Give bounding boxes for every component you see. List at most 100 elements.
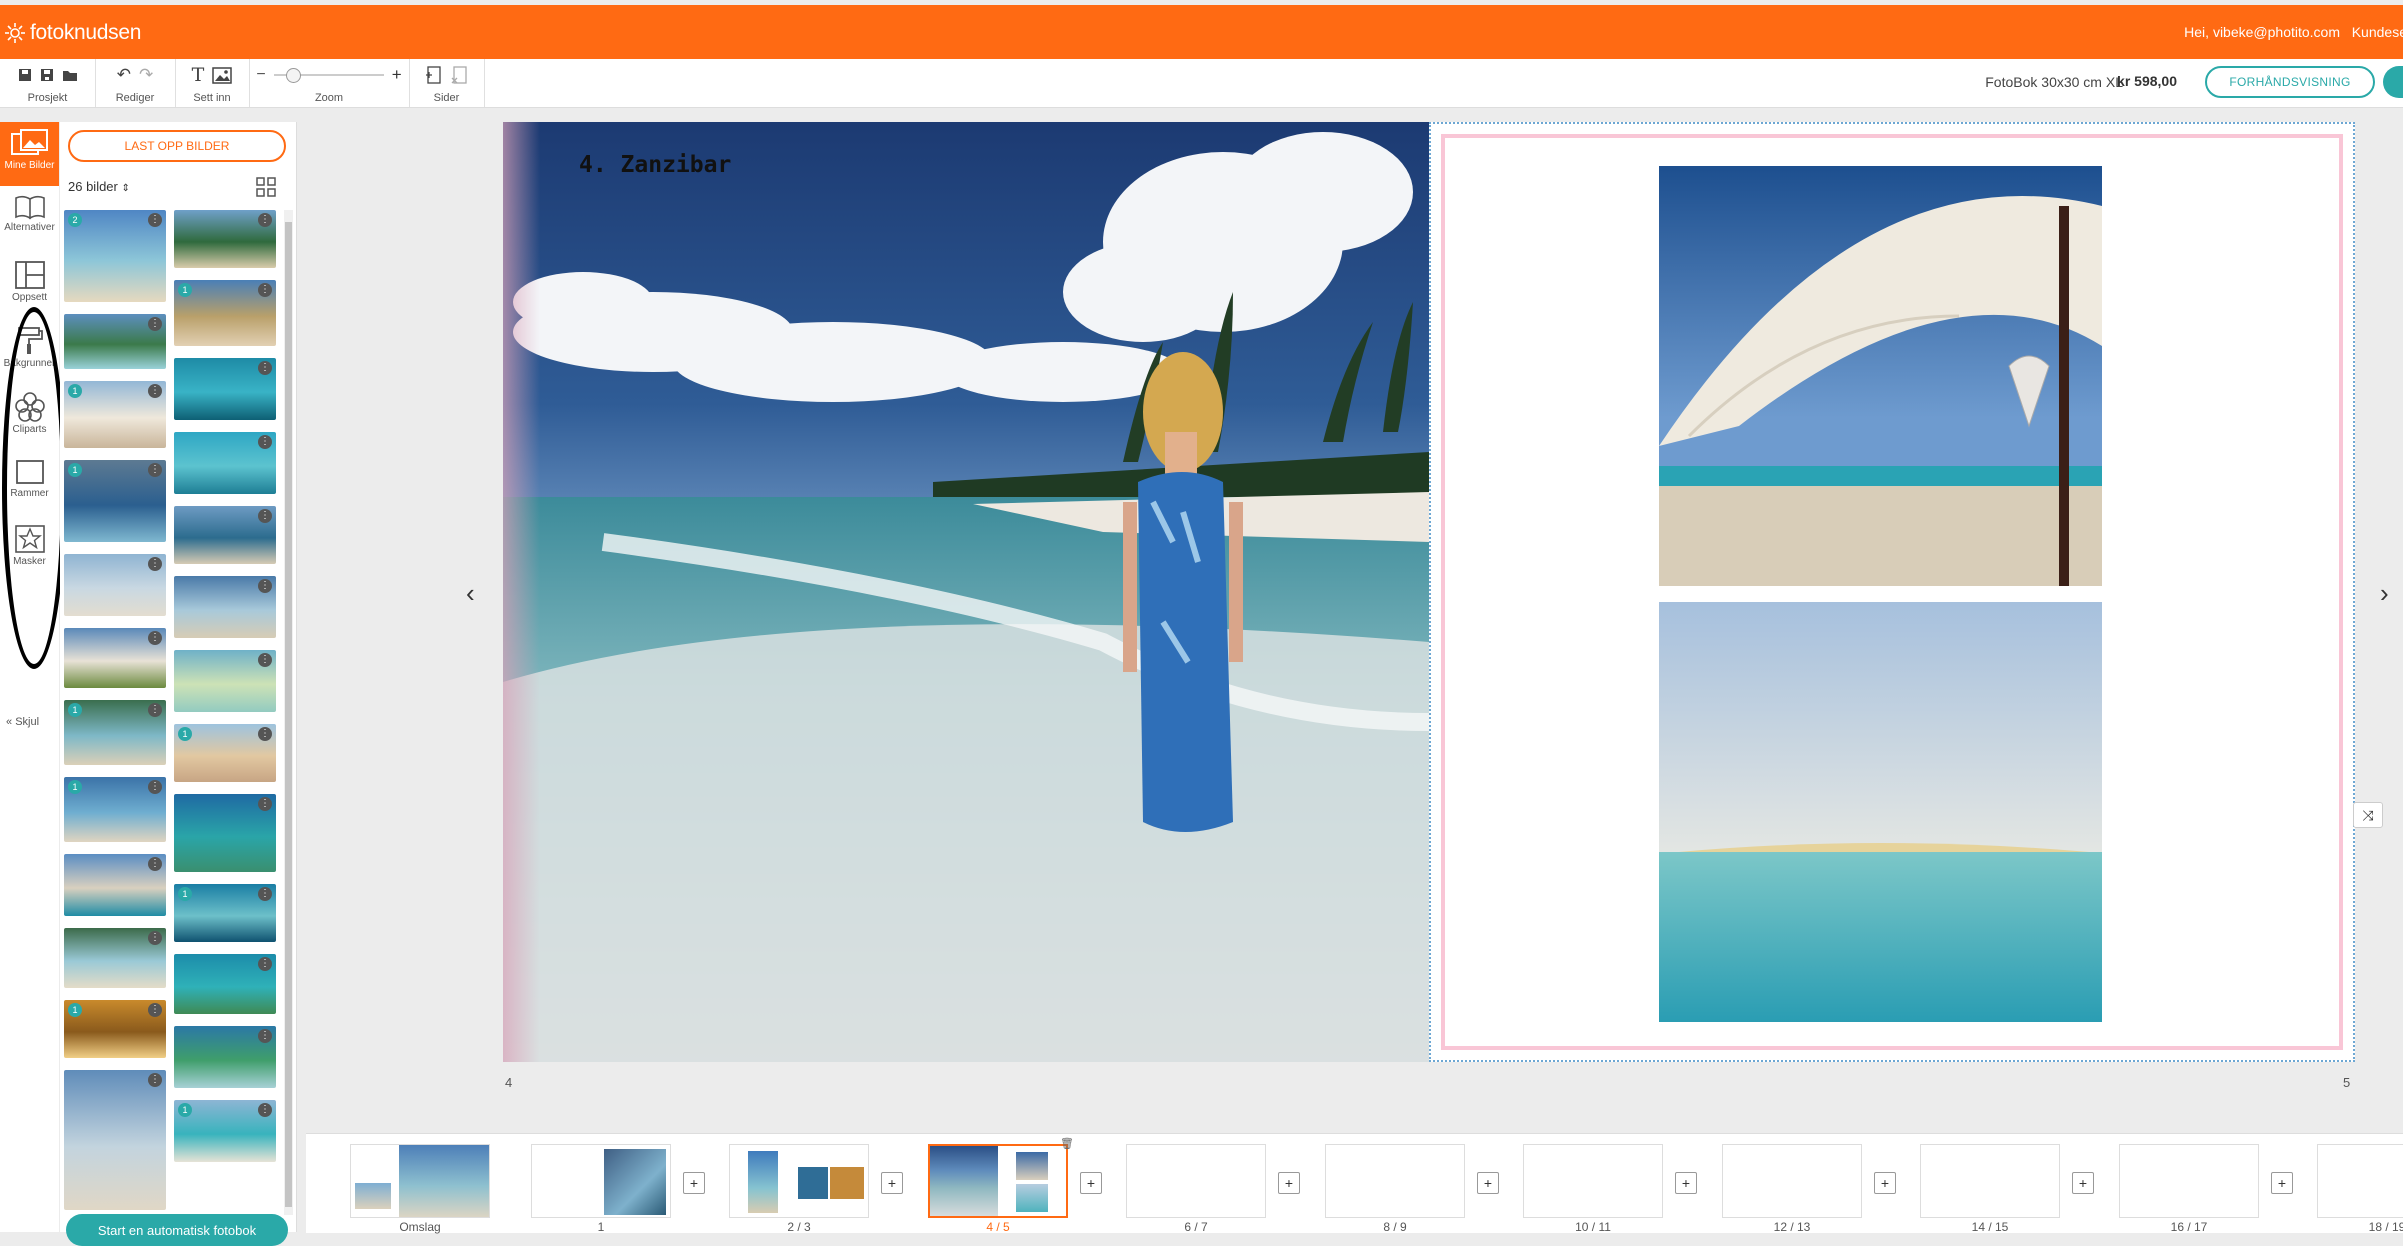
photo-thumbnail[interactable]: ⋮ bbox=[174, 954, 276, 1014]
filmstrip-page-thumbnail[interactable] bbox=[1325, 1144, 1465, 1218]
photo-thumbnail[interactable]: ⋮ bbox=[64, 554, 166, 616]
photo-thumbnail[interactable]: 1 ⋮ bbox=[64, 381, 166, 448]
more-options-icon[interactable]: ⋮ bbox=[258, 213, 272, 227]
filmstrip-page-thumbnail[interactable] bbox=[1920, 1144, 2060, 1218]
more-options-icon[interactable]: ⋮ bbox=[148, 1073, 162, 1087]
redo-icon[interactable]: ↷ bbox=[139, 65, 153, 85]
photo-thumbnail[interactable]: ⋮ bbox=[64, 628, 166, 688]
photo-thumbnail[interactable]: 1 ⋮ bbox=[174, 280, 276, 346]
auto-photobook-button[interactable]: Start en automatisk fotobok bbox=[66, 1214, 288, 1246]
photos-scrollbar-thumb[interactable] bbox=[285, 222, 292, 1207]
sidebar-item-my-photos[interactable]: Mine Bilder bbox=[0, 122, 59, 186]
filmstrip-page-thumbnail[interactable] bbox=[729, 1144, 869, 1218]
image-icon[interactable] bbox=[212, 66, 233, 84]
insert-page-button[interactable]: + bbox=[1675, 1172, 1697, 1194]
beach-woman-photo[interactable] bbox=[503, 122, 1429, 1062]
customer-service-link[interactable]: Kundese bbox=[2352, 24, 2403, 40]
more-options-icon[interactable]: ⋮ bbox=[258, 1103, 272, 1117]
add-page-icon[interactable] bbox=[425, 65, 443, 85]
photo-thumbnail[interactable]: ⋮ bbox=[64, 1070, 166, 1210]
zoom-slider-knob[interactable] bbox=[285, 68, 301, 83]
insert-page-button[interactable]: + bbox=[683, 1172, 705, 1194]
photo-thumbnail[interactable]: 1 ⋮ bbox=[64, 1000, 166, 1058]
save-icon[interactable] bbox=[18, 68, 32, 82]
filmstrip-page-thumbnail[interactable] bbox=[350, 1144, 490, 1218]
zoom-slider[interactable] bbox=[273, 68, 384, 83]
photos-scrollbar[interactable] bbox=[284, 210, 293, 1215]
photo-thumbnail[interactable]: ⋮ bbox=[64, 854, 166, 916]
filmstrip-page-thumbnail[interactable] bbox=[1523, 1144, 1663, 1218]
more-options-icon[interactable]: ⋮ bbox=[148, 1003, 162, 1017]
more-options-icon[interactable]: ⋮ bbox=[148, 557, 162, 571]
delete-spread-icon[interactable]: 🗑 bbox=[1060, 1137, 1074, 1150]
photo-count-sort[interactable]: 26 bilder ⇕ bbox=[68, 179, 130, 194]
more-options-icon[interactable]: ⋮ bbox=[148, 384, 162, 398]
more-options-icon[interactable]: ⋮ bbox=[148, 703, 162, 717]
umbrella-photo[interactable] bbox=[1659, 166, 2102, 586]
filmstrip-page-thumbnail[interactable] bbox=[2119, 1144, 2259, 1218]
more-options-icon[interactable]: ⋮ bbox=[148, 463, 162, 477]
insert-page-button[interactable]: + bbox=[1080, 1172, 1102, 1194]
photo-thumbnail[interactable]: 2 ⋮ bbox=[64, 210, 166, 302]
more-options-icon[interactable]: ⋮ bbox=[258, 435, 272, 449]
photo-thumbnail[interactable]: 1 ⋮ bbox=[64, 777, 166, 842]
filmstrip-page-thumbnail[interactable] bbox=[2317, 1144, 2403, 1218]
more-options-icon[interactable]: ⋮ bbox=[258, 653, 272, 667]
right-page[interactable] bbox=[1429, 122, 2355, 1062]
photo-thumbnail[interactable]: ⋮ bbox=[174, 210, 276, 268]
photo-thumbnail[interactable]: ⋮ bbox=[174, 794, 276, 872]
more-options-icon[interactable]: ⋮ bbox=[148, 631, 162, 645]
insert-page-button[interactable]: + bbox=[1477, 1172, 1499, 1194]
photo-thumbnail[interactable]: ⋮ bbox=[174, 432, 276, 494]
filmstrip-page-thumbnail[interactable] bbox=[1126, 1144, 1266, 1218]
more-options-icon[interactable]: ⋮ bbox=[258, 957, 272, 971]
delete-page-icon[interactable] bbox=[451, 65, 469, 85]
filmstrip-page-thumbnail[interactable] bbox=[531, 1144, 671, 1218]
photo-thumbnail[interactable]: 1 ⋮ bbox=[64, 460, 166, 542]
more-options-icon[interactable]: ⋮ bbox=[258, 797, 272, 811]
filmstrip-page-thumbnail[interactable] bbox=[928, 1144, 1068, 1218]
left-page[interactable]: 4. Zanzibar bbox=[503, 122, 1429, 1062]
more-options-icon[interactable]: ⋮ bbox=[148, 857, 162, 871]
more-options-icon[interactable]: ⋮ bbox=[148, 213, 162, 227]
filmstrip-page-thumbnail[interactable] bbox=[1722, 1144, 1862, 1218]
zoom-in-button[interactable]: + bbox=[392, 65, 402, 85]
photo-thumbnail[interactable]: ⋮ bbox=[174, 1026, 276, 1088]
more-options-icon[interactable]: ⋮ bbox=[258, 727, 272, 741]
undo-icon[interactable]: ↶ bbox=[117, 65, 131, 85]
photo-thumbnail[interactable]: 1 ⋮ bbox=[174, 884, 276, 942]
previous-spread-arrow[interactable]: ‹ bbox=[466, 578, 475, 609]
grid-view-icon[interactable] bbox=[256, 177, 276, 197]
insert-page-button[interactable]: + bbox=[1874, 1172, 1896, 1194]
sandbank-photo[interactable] bbox=[1659, 602, 2102, 1022]
text-icon[interactable]: T bbox=[192, 64, 205, 86]
photo-thumbnail[interactable]: 1 ⋮ bbox=[174, 1100, 276, 1162]
insert-page-button[interactable]: + bbox=[881, 1172, 903, 1194]
photo-thumbnail[interactable]: 1 ⋮ bbox=[174, 724, 276, 782]
more-options-icon[interactable]: ⋮ bbox=[148, 317, 162, 331]
preview-button[interactable]: FORHÅNDSVISNING bbox=[2205, 66, 2375, 98]
more-options-icon[interactable]: ⋮ bbox=[148, 931, 162, 945]
photo-thumbnail[interactable]: ⋮ bbox=[174, 576, 276, 638]
insert-page-button[interactable]: + bbox=[1278, 1172, 1300, 1194]
zoom-out-button[interactable]: − bbox=[256, 66, 265, 84]
photo-thumbnail[interactable]: ⋮ bbox=[174, 358, 276, 420]
shuffle-layout-button[interactable]: ⤨ bbox=[2353, 802, 2383, 828]
hide-sidebar-button[interactable]: « Skjul bbox=[6, 716, 39, 728]
photo-thumbnail[interactable]: ⋮ bbox=[64, 314, 166, 369]
more-options-icon[interactable]: ⋮ bbox=[258, 887, 272, 901]
sidebar-item-options[interactable]: Alternativer bbox=[0, 188, 59, 252]
more-options-icon[interactable]: ⋮ bbox=[258, 283, 272, 297]
insert-page-button[interactable]: + bbox=[2072, 1172, 2094, 1194]
more-options-icon[interactable]: ⋮ bbox=[258, 579, 272, 593]
order-button[interactable] bbox=[2383, 66, 2403, 98]
next-spread-arrow[interactable]: › bbox=[2380, 578, 2389, 609]
user-greeting[interactable]: Hei, vibeke@photito.com bbox=[2184, 24, 2340, 40]
more-options-icon[interactable]: ⋮ bbox=[258, 509, 272, 523]
save-as-icon[interactable] bbox=[40, 68, 54, 82]
page-title-text[interactable]: 4. Zanzibar bbox=[579, 152, 731, 178]
photo-thumbnail[interactable]: ⋮ bbox=[64, 928, 166, 988]
upload-photos-button[interactable]: LAST OPP BILDER bbox=[68, 130, 286, 162]
photo-thumbnail[interactable]: ⋮ bbox=[174, 650, 276, 712]
folder-icon[interactable] bbox=[62, 68, 78, 82]
